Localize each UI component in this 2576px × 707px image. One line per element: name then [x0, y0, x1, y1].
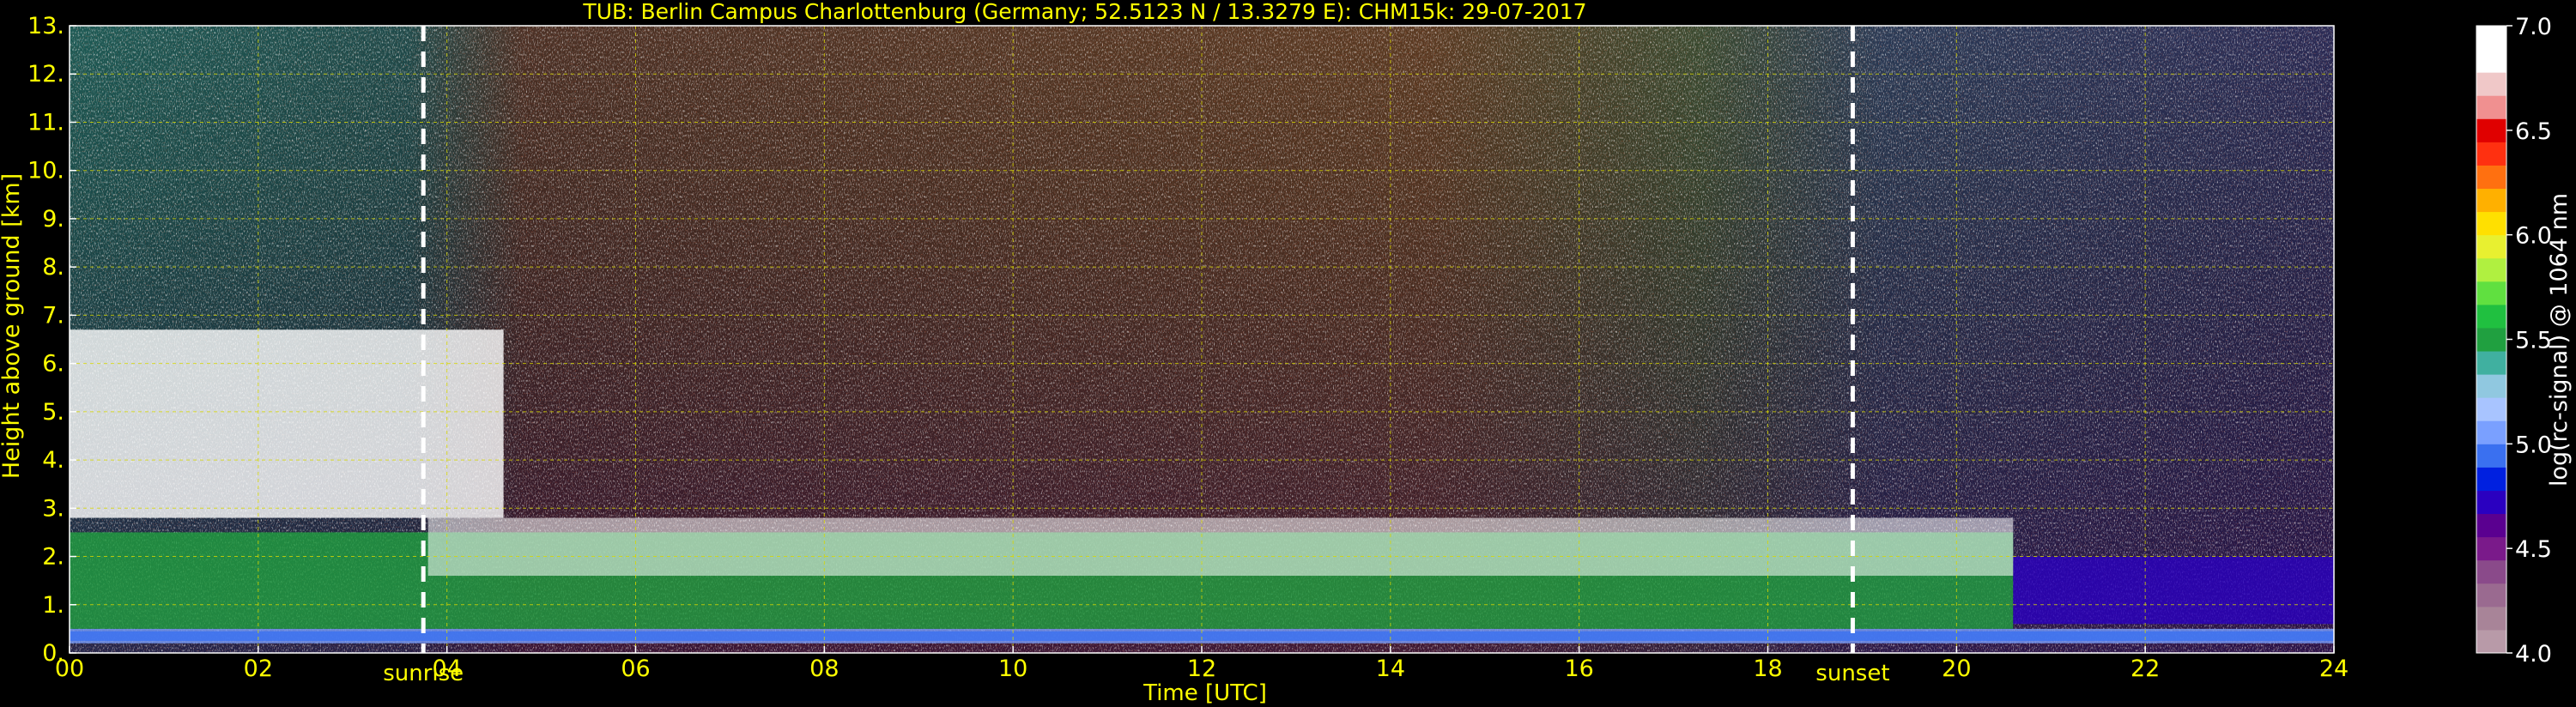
sunset-label: sunset: [1815, 661, 1889, 686]
colorbar-segment: [2476, 490, 2506, 515]
colorbar-segment: [2476, 26, 2506, 50]
y-tick-label: 4.: [42, 447, 64, 474]
y-tick-label: 8.: [42, 254, 64, 281]
colorbar-segment: [2476, 513, 2506, 538]
x-axis-label: Time [UTC]: [1143, 680, 1267, 706]
x-tick-label: 04: [432, 656, 461, 682]
colorbar-segment: [2476, 327, 2506, 352]
colorbar-tick-label: 6.5: [2515, 118, 2552, 145]
colorbar-segment: [2476, 95, 2506, 119]
colorbar-segment: [2476, 281, 2506, 305]
colorbar-segment: [2476, 142, 2506, 166]
layer-cloud-layer-morning: [70, 329, 504, 518]
y-tick-label: 6.: [42, 351, 64, 378]
colorbar-segment: [2476, 188, 2506, 213]
y-tick-label: 0.: [42, 640, 64, 667]
y-tick-label: 13.: [27, 13, 64, 39]
x-tick-label: 16: [1564, 656, 1593, 682]
colorbar-segment: [2476, 118, 2506, 142]
colorbar-segment: [2476, 49, 2506, 73]
colorbar-tick-label: 4.0: [2515, 641, 2552, 668]
chart-title: TUB: Berlin Campus Charlottenburg (Germa…: [582, 0, 1586, 24]
chart-canvas: sunrise sunset 00 02 04 06 08 10 12 14 16 18 20 22 24…: [0, 0, 2573, 706]
y-tick-label: 1.: [42, 592, 64, 619]
x-tick-label: 22: [2131, 656, 2160, 682]
colorbar-tick-label: 4.5: [2515, 536, 2552, 563]
colorbar: 4.04.55.05.56.06.57.0: [2476, 14, 2552, 668]
colorbar-segment: [2476, 72, 2506, 96]
y-tick-label: 5.: [42, 399, 64, 426]
colorbar-segment: [2476, 629, 2506, 654]
y-tick-label: 7.: [42, 302, 64, 329]
x-tick-label: 20: [1942, 656, 1971, 682]
y-tick-label: 10.: [27, 158, 64, 184]
x-tick-label: 12: [1187, 656, 1216, 682]
y-tick-label: 3.: [42, 495, 64, 522]
colorbar-segment: [2476, 211, 2506, 236]
colorbar-label: log(rc-signal) @ 1064 nm: [2546, 193, 2573, 486]
colorbar-segment: [2476, 420, 2506, 444]
x-tick-label: 14: [1376, 656, 1405, 682]
colorbar-segment: [2476, 234, 2506, 259]
x-tick-label: 24: [2319, 656, 2349, 682]
colorbar-segment: [2476, 257, 2506, 282]
y-axis-label: Height above ground [km]: [0, 173, 25, 479]
colorbar-segment: [2476, 444, 2506, 468]
colorbar-segment: [2476, 536, 2506, 561]
colorbar-segment: [2476, 467, 2506, 491]
colorbar-segment: [2476, 304, 2506, 329]
y-tick-label: 9.: [42, 206, 64, 233]
colorbar-segment: [2476, 583, 2506, 607]
layer-boundary-layer-top-clouds: [427, 517, 2014, 577]
plot-area: [70, 26, 2334, 653]
x-tick-label: 02: [244, 656, 273, 682]
x-tick-label: 06: [621, 656, 650, 682]
colorbar-segment: [2476, 397, 2506, 421]
y-tick-label: 12.: [27, 61, 64, 88]
x-tick-label: 10: [998, 656, 1027, 682]
y-tick-label: 11.: [27, 109, 64, 136]
colorbar-segment: [2476, 606, 2506, 631]
colorbar-tick-label: 7.0: [2515, 14, 2552, 40]
x-tick-label: 08: [809, 656, 839, 682]
layer-residual-layer-night: [2013, 556, 2334, 625]
colorbar-segment: [2476, 351, 2506, 375]
colorbar-segment: [2476, 374, 2506, 398]
colorbar-segment: [2476, 165, 2506, 190]
y-tick-label: 2.: [42, 544, 64, 571]
colorbar-segment: [2476, 559, 2506, 584]
x-tick-label: 18: [1753, 656, 1782, 682]
